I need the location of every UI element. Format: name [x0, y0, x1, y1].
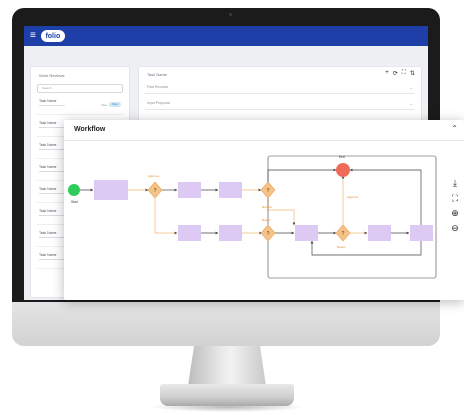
status-badge: New: [109, 102, 121, 107]
start-node[interactable]: [68, 184, 80, 196]
task-name: Task Name: [39, 187, 57, 191]
process-box[interactable]: [410, 225, 433, 241]
process-box[interactable]: [94, 180, 128, 200]
process-box[interactable]: [178, 225, 201, 241]
add-icon[interactable]: +: [385, 70, 389, 77]
task-subtitle-placeholder: [39, 127, 65, 129]
end-label: End: [339, 155, 345, 159]
start-label: Start: [71, 200, 78, 204]
task-name: Task Name: [39, 231, 57, 235]
task-subtitle-placeholder: [39, 105, 65, 107]
expand-icon[interactable]: ⛶: [402, 70, 406, 77]
process-box[interactable]: [219, 225, 242, 241]
chevron-down-icon[interactable]: ⌄: [410, 101, 413, 106]
task-subtitle-placeholder: [39, 149, 65, 151]
branch-label: Review: [262, 205, 273, 209]
decision-symbol: ?: [267, 231, 270, 237]
branch-label: Approve: [148, 174, 160, 178]
task-name: Task Name: [39, 209, 57, 213]
process-box[interactable]: [178, 182, 201, 198]
fullscreen-icon[interactable]: ⛶: [452, 193, 458, 204]
connector: [154, 197, 178, 235]
task-name: Task Name: [39, 143, 57, 147]
process-box[interactable]: [295, 225, 318, 241]
decision-symbol: ?: [267, 188, 270, 194]
input-proposal-field[interactable]: Input Proposal ⌄: [145, 99, 415, 110]
process-box[interactable]: [219, 182, 242, 198]
task-list-item[interactable]: Task Name Due New: [37, 97, 123, 115]
sort-icon[interactable]: ⇅: [410, 70, 415, 77]
task-name: Task Name: [39, 121, 57, 125]
monitor-chin: [12, 302, 440, 346]
workflow-window: Workflow ⌃ Start End ? ? ? ? Approve Rev…: [64, 120, 464, 300]
field-label: Input Proposal: [147, 101, 170, 105]
hamburger-menu-icon[interactable]: ≡: [30, 31, 36, 41]
workflow-toolbar: ⤓ ⛶ ⊕ ⊖: [448, 178, 462, 234]
task-title: Task Name: [147, 72, 168, 77]
monitor-stand-base: [160, 384, 294, 406]
task-name: Task Name: [39, 99, 57, 103]
branch-label: Reject: [262, 218, 271, 222]
decision-symbol: ?: [154, 188, 157, 194]
task-toolbar: + ⟳ ⛶ ⇅: [385, 70, 415, 77]
workflow-diagram: Start End ? ? ? ? Approve Review Reject …: [68, 155, 437, 279]
app-topbar: ≡ folio: [24, 26, 428, 46]
task-name: Task Name: [39, 165, 57, 169]
task-subtitle-placeholder: [39, 215, 65, 217]
branch-label: Approve: [347, 195, 359, 199]
camera-icon: [229, 13, 232, 16]
chevron-down-icon[interactable]: ⌄: [410, 85, 413, 90]
connector: [310, 240, 422, 256]
process-box[interactable]: [368, 225, 391, 241]
task-subtitle-placeholder: [39, 259, 65, 261]
panel-title: Work Reviews: [39, 73, 65, 78]
task-name: Task Name: [39, 253, 57, 257]
decision-symbol: ?: [342, 231, 345, 237]
task-subtitle-placeholder: [39, 237, 65, 239]
field-label: Past Records: [147, 85, 169, 89]
task-subtitle-placeholder: [39, 171, 65, 173]
zoom-in-icon[interactable]: ⊕: [451, 208, 459, 219]
connector: [349, 168, 422, 225]
loop-boundary: [267, 155, 437, 279]
task-status: Due: [101, 103, 107, 107]
connector: [267, 197, 296, 226]
download-icon[interactable]: ⤓: [453, 178, 457, 189]
task-subtitle-placeholder: [39, 193, 65, 195]
history-icon[interactable]: ⟳: [393, 70, 398, 77]
app-logo[interactable]: folio: [40, 30, 65, 42]
end-node[interactable]: [336, 163, 350, 177]
branch-label: Reject: [337, 245, 346, 249]
workflow-connectors: [74, 155, 437, 279]
zoom-out-icon[interactable]: ⊖: [451, 223, 459, 234]
search-input[interactable]: Search: [37, 84, 123, 93]
connector: [267, 168, 337, 183]
past-records-field[interactable]: Past Records ⌄: [145, 83, 415, 94]
